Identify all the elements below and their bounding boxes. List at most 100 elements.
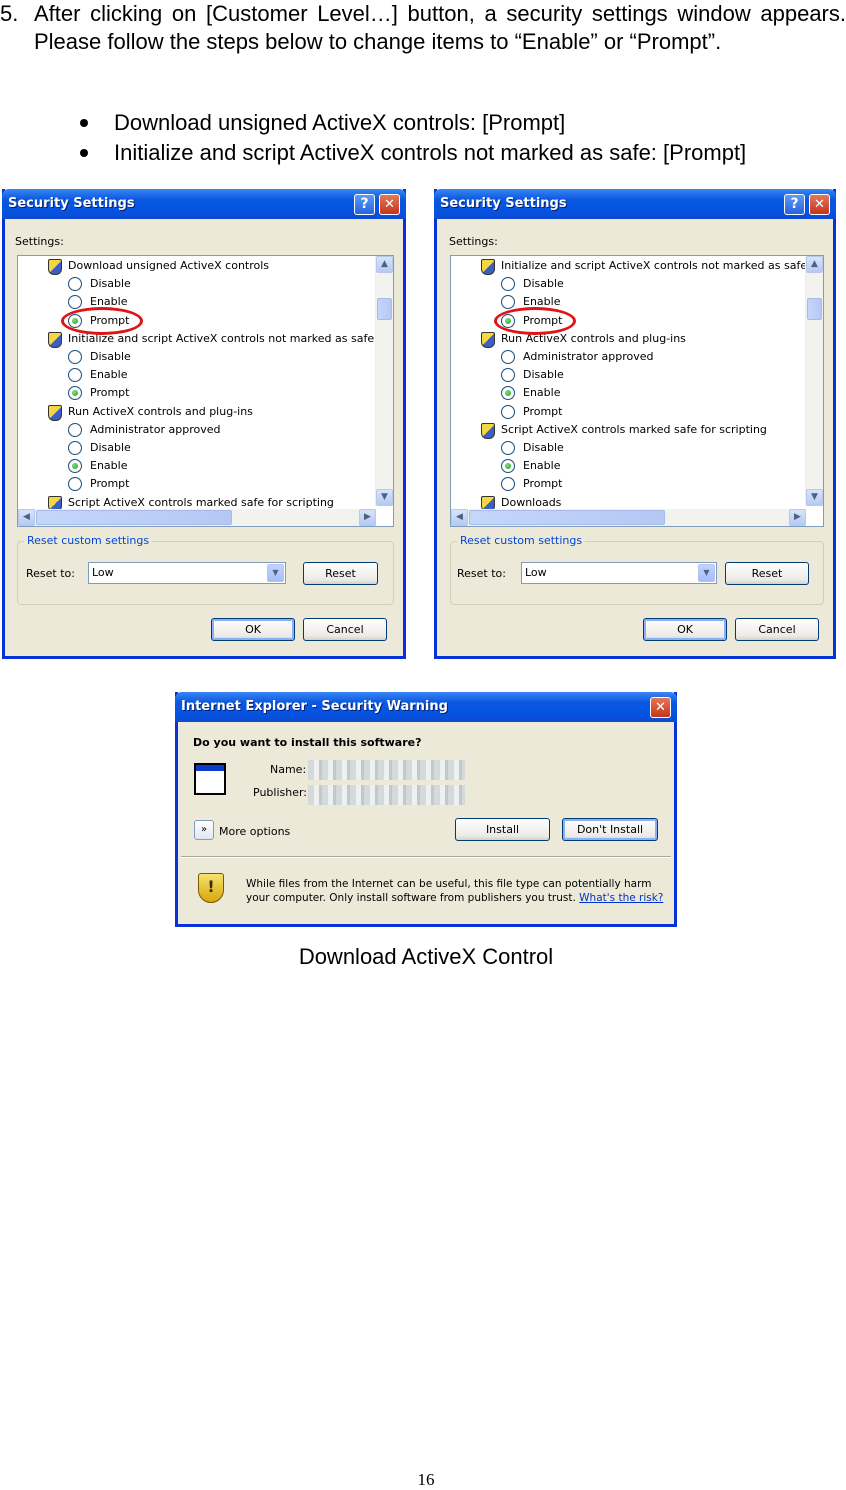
radio-unchecked-icon[interactable] <box>501 477 515 492</box>
vertical-scrollbar[interactable]: ▲ ▼ <box>805 256 823 506</box>
setting-group-header[interactable]: Initialize and script ActiveX controls n… <box>481 257 807 275</box>
scroll-thumb[interactable] <box>377 298 392 320</box>
setting-option-label: Disable <box>90 277 131 291</box>
dialog-title: Security Settings <box>8 196 135 211</box>
title-bar[interactable]: Internet Explorer - Security Warning ✕ <box>175 692 677 722</box>
setting-option-administrator-approved[interactable]: Administrator approved <box>501 348 653 366</box>
radio-checked-icon[interactable] <box>501 459 515 474</box>
dont-install-button[interactable]: Don't Install <box>562 818 658 841</box>
setting-option-prompt[interactable]: Prompt <box>68 384 129 402</box>
cancel-button[interactable]: Cancel <box>735 618 819 641</box>
warning-shield-icon: ! <box>198 873 224 903</box>
help-button[interactable]: ? <box>784 194 805 215</box>
scroll-right-icon[interactable]: ▶ <box>789 509 806 526</box>
setting-option-label: Enable <box>90 459 128 473</box>
setting-option-prompt[interactable]: Prompt <box>501 403 562 421</box>
radio-unchecked-icon[interactable] <box>501 441 515 455</box>
scroll-thumb-h[interactable] <box>469 510 665 525</box>
setting-option-disable[interactable]: Disable <box>501 275 564 293</box>
reset-to-value: Low <box>92 566 114 579</box>
radio-unchecked-icon[interactable] <box>501 404 515 419</box>
title-bar[interactable]: Security Settings ? ✕ <box>2 189 406 219</box>
setting-option-administrator-approved[interactable]: Administrator approved <box>68 421 220 439</box>
close-button[interactable]: ✕ <box>650 697 671 718</box>
radio-unchecked-icon[interactable] <box>68 295 82 310</box>
ok-button[interactable]: OK <box>643 618 727 641</box>
title-bar[interactable]: Security Settings ? ✕ <box>434 189 836 219</box>
setting-option-enable[interactable]: Enable <box>68 457 127 475</box>
settings-list[interactable]: Initialize and script ActiveX controls n… <box>450 255 824 527</box>
setting-option-label: Administrator approved <box>523 350 654 363</box>
chevron-down-icon[interactable]: ▼ <box>267 564 284 582</box>
scroll-up-icon[interactable]: ▲ <box>376 256 393 273</box>
application-window-icon <box>194 763 226 795</box>
radio-checked-icon[interactable] <box>68 459 82 474</box>
bullet-item: Initialize and script ActiveX controls n… <box>80 138 746 168</box>
radio-unchecked-icon[interactable] <box>501 350 515 364</box>
more-options-link[interactable]: More options <box>219 825 290 838</box>
shield-icon <box>481 331 495 348</box>
setting-option-prompt[interactable]: Prompt <box>501 475 562 493</box>
radio-checked-icon[interactable] <box>501 386 515 401</box>
setting-option-prompt[interactable]: Prompt <box>68 475 129 493</box>
divider <box>181 856 671 858</box>
warning-info-text: While files from the Internet can be use… <box>246 878 664 904</box>
radio-unchecked-icon[interactable] <box>68 477 82 492</box>
setting-option-enable[interactable]: Enable <box>68 366 127 384</box>
close-button[interactable]: ✕ <box>379 194 400 215</box>
ok-button[interactable]: OK <box>211 618 295 641</box>
settings-list[interactable]: Download unsigned ActiveX controls Disabl… <box>17 255 394 527</box>
reset-custom-settings-group: Reset custom settings Reset to: Low ▼ Re… <box>17 534 394 605</box>
scroll-down-icon[interactable]: ▼ <box>806 489 823 506</box>
scroll-right-icon[interactable]: ▶ <box>359 509 376 526</box>
radio-unchecked-icon[interactable] <box>68 441 82 455</box>
scroll-down-icon[interactable]: ▼ <box>376 489 393 506</box>
close-button[interactable]: ✕ <box>809 194 830 215</box>
setting-group-label: Script ActiveX controls marked safe for … <box>501 422 767 436</box>
setting-group-label: Script ActiveX controls marked safe for … <box>68 495 334 509</box>
scroll-up-icon[interactable]: ▲ <box>806 256 823 273</box>
setting-option-disable[interactable]: Disable <box>68 348 131 366</box>
radio-unchecked-icon[interactable] <box>68 368 82 383</box>
chevron-down-icon[interactable]: ▼ <box>698 564 715 582</box>
install-button[interactable]: Install <box>455 818 550 841</box>
scroll-left-icon[interactable]: ◀ <box>451 509 468 526</box>
cancel-button[interactable]: Cancel <box>303 618 387 641</box>
setting-option-disable[interactable]: Disable <box>68 439 131 457</box>
setting-group-label: Downloads <box>501 495 562 509</box>
horizontal-scrollbar[interactable]: ◀ ▶ <box>18 509 376 526</box>
setting-option-label: Enable <box>523 459 561 473</box>
setting-option-disable[interactable]: Disable <box>501 439 564 457</box>
reset-button[interactable]: Reset <box>303 562 378 585</box>
scroll-thumb[interactable] <box>807 298 822 320</box>
whats-the-risk-link[interactable]: What's the risk? <box>579 892 663 904</box>
setting-group-header[interactable]: Script ActiveX controls marked safe for … <box>481 421 767 439</box>
reset-to-select[interactable]: Low ▼ <box>521 562 717 584</box>
setting-group-header[interactable]: Download unsigned ActiveX controls <box>48 257 269 275</box>
expand-chevron-icon[interactable]: » <box>194 820 214 840</box>
setting-option-enable[interactable]: Enable <box>501 384 560 402</box>
radio-unchecked-icon[interactable] <box>501 295 515 310</box>
reset-to-label: Reset to: <box>457 567 506 580</box>
scroll-thumb-h[interactable] <box>36 510 232 525</box>
radio-unchecked-icon[interactable] <box>501 277 515 292</box>
reset-custom-settings-group: Reset custom settings Reset to: Low ▼ Re… <box>450 534 824 605</box>
reset-to-select[interactable]: Low ▼ <box>88 562 286 584</box>
horizontal-scrollbar[interactable]: ◀ ▶ <box>451 509 806 526</box>
radio-unchecked-icon[interactable] <box>68 277 82 292</box>
setting-option-disable[interactable]: Disable <box>501 366 564 384</box>
radio-checked-icon[interactable] <box>68 386 82 401</box>
setting-option-enable[interactable]: Enable <box>501 457 560 475</box>
setting-group-header[interactable]: Run ActiveX controls and plug-ins <box>48 403 253 421</box>
setting-option-disable[interactable]: Disable <box>68 275 131 293</box>
radio-unchecked-icon[interactable] <box>68 422 82 437</box>
help-button[interactable]: ? <box>354 194 375 215</box>
settings-label: Settings: <box>15 235 64 248</box>
reset-button[interactable]: Reset <box>725 562 809 585</box>
radio-unchecked-icon[interactable] <box>68 350 82 364</box>
radio-unchecked-icon[interactable] <box>501 368 515 383</box>
setting-option-label: Disable <box>90 441 131 454</box>
scroll-left-icon[interactable]: ◀ <box>18 509 35 526</box>
reset-to-value: Low <box>525 566 547 579</box>
vertical-scrollbar[interactable]: ▲ ▼ <box>375 256 393 506</box>
